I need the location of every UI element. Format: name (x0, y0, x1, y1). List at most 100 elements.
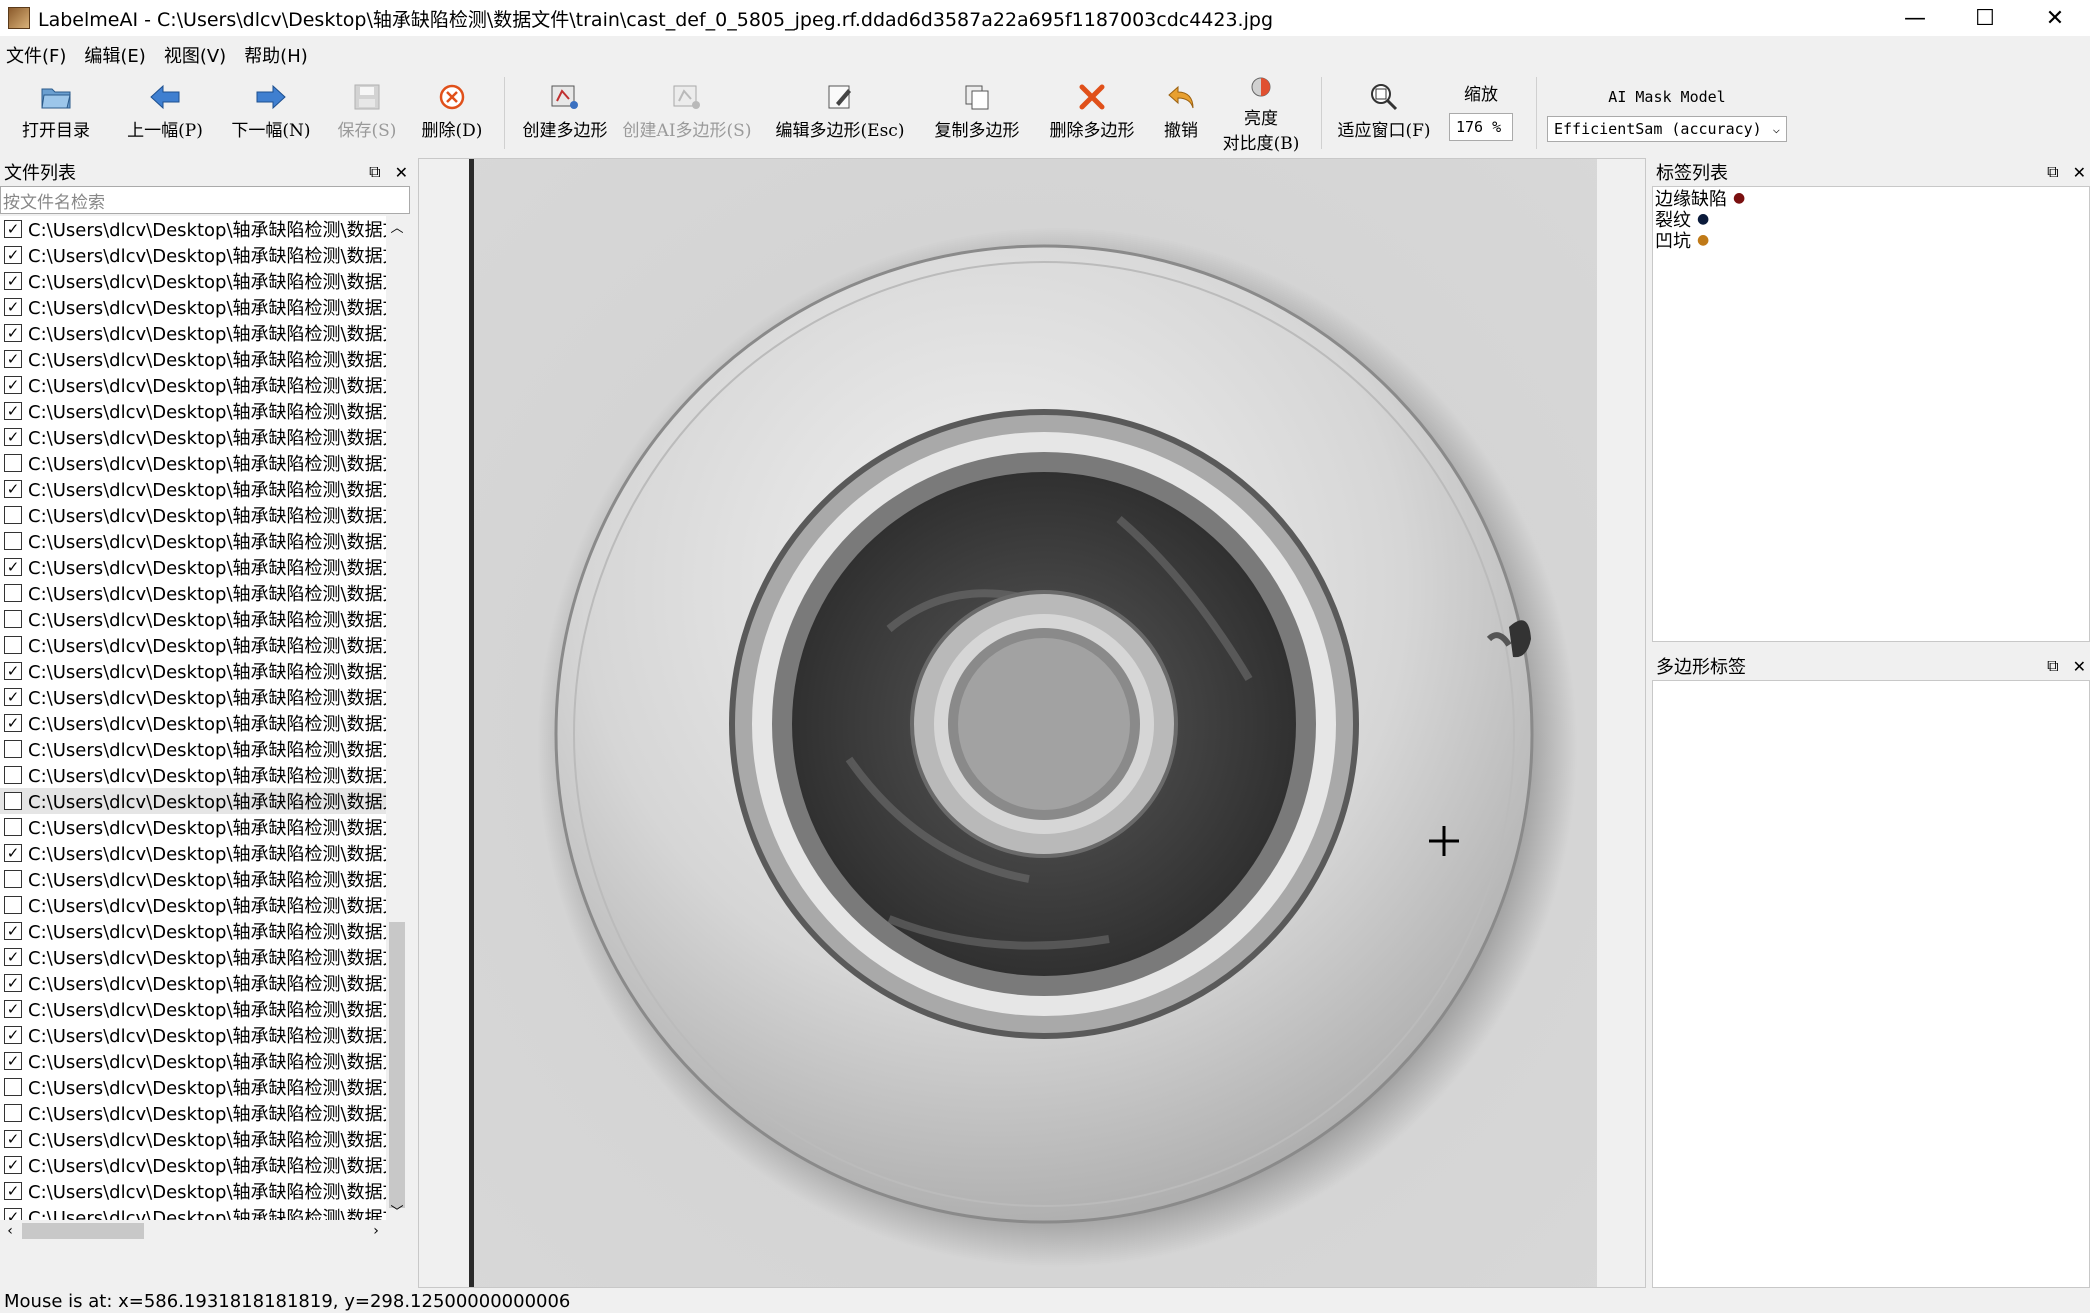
close-icon[interactable]: ✕ (2073, 163, 2086, 182)
file-checkbox[interactable]: ✓ (4, 298, 22, 316)
file-list-item[interactable]: ✓ C:\Users\dlcv\Desktop\轴承缺陷检测\数据文 (0, 840, 386, 866)
file-search-input[interactable]: 按文件名检索 (0, 186, 410, 214)
file-checkbox[interactable] (4, 766, 22, 784)
file-checkbox[interactable] (4, 506, 22, 524)
file-checkbox[interactable] (4, 1078, 22, 1096)
file-list-item[interactable]: ✓ C:\Users\dlcv\Desktop\轴承缺陷检测\数据文 (0, 372, 386, 398)
scroll-left-icon[interactable]: ‹ (0, 1220, 20, 1242)
file-list-item[interactable]: ✓ C:\Users\dlcv\Desktop\轴承缺陷检测\数据文 (0, 1022, 386, 1048)
open-dir-button[interactable]: 打开目录 (0, 72, 112, 154)
minimize-button[interactable]: — (1880, 0, 1950, 36)
file-list-item[interactable]: C:\Users\dlcv\Desktop\轴承缺陷检测\数据文 (0, 866, 386, 892)
ai-model-select[interactable]: EfficientSam (accuracy) ⌵ (1547, 116, 1787, 142)
file-checkbox[interactable]: ✓ (4, 558, 22, 576)
file-list-item[interactable]: C:\Users\dlcv\Desktop\轴承缺陷检测\数据文 (0, 502, 386, 528)
label-list-item[interactable]: 边缘缺陷 ● (1653, 187, 2089, 210)
file-list-item[interactable]: C:\Users\dlcv\Desktop\轴承缺陷检测\数据文 (0, 450, 386, 476)
file-checkbox[interactable]: ✓ (4, 246, 22, 264)
file-list-item[interactable]: C:\Users\dlcv\Desktop\轴承缺陷检测\数据文 (0, 736, 386, 762)
file-list-item[interactable]: ✓ C:\Users\dlcv\Desktop\轴承缺陷检测\数据文 (0, 684, 386, 710)
file-checkbox[interactable] (4, 792, 22, 810)
file-checkbox[interactable] (4, 636, 22, 654)
edit-polygon-button[interactable]: 编辑多边形(Esc) (759, 72, 921, 154)
file-list-item[interactable]: ✓ C:\Users\dlcv\Desktop\轴承缺陷检测\数据文 (0, 658, 386, 684)
file-list-hscrollbar[interactable]: ‹ › (0, 1220, 386, 1242)
file-checkbox[interactable]: ✓ (4, 1026, 22, 1044)
image-canvas[interactable] (418, 158, 1646, 1288)
file-checkbox[interactable]: ✓ (4, 428, 22, 446)
file-checkbox[interactable]: ✓ (4, 1182, 22, 1200)
file-checkbox[interactable]: ✓ (4, 220, 22, 238)
close-button[interactable]: ✕ (2020, 0, 2090, 36)
file-list-item[interactable]: C:\Users\dlcv\Desktop\轴承缺陷检测\数据文 (0, 814, 386, 840)
delete-file-button[interactable]: 删除(D) (410, 72, 494, 154)
file-checkbox[interactable] (4, 454, 22, 472)
float-icon[interactable]: ⧉ (369, 162, 380, 182)
scroll-down-icon[interactable]: ﹀ (386, 1200, 408, 1220)
file-checkbox[interactable]: ✓ (4, 376, 22, 394)
file-list-item[interactable]: ✓ C:\Users\dlcv\Desktop\轴承缺陷检测\数据文 (0, 268, 386, 294)
file-checkbox[interactable] (4, 532, 22, 550)
file-checkbox[interactable]: ✓ (4, 1130, 22, 1148)
file-list-item[interactable]: ✓ C:\Users\dlcv\Desktop\轴承缺陷检测\数据文 (0, 1126, 386, 1152)
scroll-thumb[interactable] (389, 922, 405, 1208)
file-checkbox[interactable]: ✓ (4, 844, 22, 862)
float-icon[interactable]: ⧉ (2047, 162, 2058, 182)
file-list-item[interactable]: ✓ C:\Users\dlcv\Desktop\轴承缺陷检测\数据文 (0, 1048, 386, 1074)
file-list-item[interactable]: ✓ C:\Users\dlcv\Desktop\轴承缺陷检测\数据文 (0, 346, 386, 372)
file-list-item[interactable]: ✓ C:\Users\dlcv\Desktop\轴承缺陷检测\数据文 (0, 1204, 386, 1220)
file-checkbox[interactable]: ✓ (4, 1052, 22, 1070)
file-checkbox[interactable] (4, 870, 22, 888)
bearing-image[interactable] (469, 159, 1597, 1287)
file-list-item[interactable]: C:\Users\dlcv\Desktop\轴承缺陷检测\数据文 (0, 1100, 386, 1126)
file-list-item[interactable]: C:\Users\dlcv\Desktop\轴承缺陷检测\数据文 (0, 762, 386, 788)
file-checkbox[interactable] (4, 896, 22, 914)
close-icon[interactable]: ✕ (2073, 657, 2086, 676)
file-checkbox[interactable]: ✓ (4, 662, 22, 680)
file-checkbox[interactable]: ✓ (4, 1156, 22, 1174)
fit-window-button[interactable]: 适应窗口(F) (1332, 72, 1436, 154)
file-list-item[interactable]: ✓ C:\Users\dlcv\Desktop\轴承缺陷检测\数据文 (0, 1178, 386, 1204)
file-list-item[interactable]: ✓ C:\Users\dlcv\Desktop\轴承缺陷检测\数据文 (0, 1152, 386, 1178)
menu-view[interactable]: 视图(V) (164, 42, 226, 68)
copy-polygon-button[interactable]: 复制多边形 (921, 72, 1033, 154)
save-button[interactable]: 保存(S) (324, 72, 410, 154)
file-list-item[interactable]: ✓ C:\Users\dlcv\Desktop\轴承缺陷检测\数据文 (0, 970, 386, 996)
file-checkbox[interactable]: ✓ (4, 688, 22, 706)
scroll-right-icon[interactable]: › (366, 1220, 386, 1242)
scroll-up-icon[interactable]: ︿ (386, 216, 408, 236)
next-image-button[interactable]: 下一幅(N) (218, 72, 324, 154)
menu-edit[interactable]: 编辑(E) (84, 42, 145, 68)
file-checkbox[interactable]: ✓ (4, 922, 22, 940)
create-ai-polygon-button[interactable]: 创建AI多边形(S) (615, 72, 759, 154)
maximize-button[interactable]: ☐ (1950, 0, 2020, 36)
file-list-item[interactable]: ✓ C:\Users\dlcv\Desktop\轴承缺陷检测\数据文 (0, 554, 386, 580)
scroll-thumb[interactable] (22, 1223, 144, 1239)
file-list-item[interactable]: C:\Users\dlcv\Desktop\轴承缺陷检测\数据文 (0, 632, 386, 658)
file-list-item[interactable]: ✓ C:\Users\dlcv\Desktop\轴承缺陷检测\数据文 (0, 320, 386, 346)
file-list-item[interactable]: ✓ C:\Users\dlcv\Desktop\轴承缺陷检测\数据文 (0, 398, 386, 424)
file-list-item[interactable]: C:\Users\dlcv\Desktop\轴承缺陷检测\数据文 (0, 892, 386, 918)
prev-image-button[interactable]: 上一幅(P) (112, 72, 218, 154)
file-list-item[interactable]: C:\Users\dlcv\Desktop\轴承缺陷检测\数据文 (0, 528, 386, 554)
zoom-input[interactable]: 176 % (1449, 113, 1513, 141)
file-checkbox[interactable] (4, 1104, 22, 1122)
file-checkbox[interactable]: ✓ (4, 272, 22, 290)
label-list-item[interactable]: 凹坑 ● (1653, 229, 2089, 252)
file-checkbox[interactable]: ✓ (4, 350, 22, 368)
menu-file[interactable]: 文件(F) (6, 42, 66, 68)
file-list-item[interactable]: C:\Users\dlcv\Desktop\轴承缺陷检测\数据文 (0, 788, 386, 814)
float-icon[interactable]: ⧉ (2047, 656, 2058, 676)
file-list-item[interactable]: ✓ C:\Users\dlcv\Desktop\轴承缺陷检测\数据文 (0, 424, 386, 450)
file-checkbox[interactable] (4, 740, 22, 758)
file-checkbox[interactable] (4, 610, 22, 628)
file-list-item[interactable]: ✓ C:\Users\dlcv\Desktop\轴承缺陷检测\数据文 (0, 918, 386, 944)
file-checkbox[interactable]: ✓ (4, 402, 22, 420)
file-list-item[interactable]: C:\Users\dlcv\Desktop\轴承缺陷检测\数据文 (0, 606, 386, 632)
file-checkbox[interactable]: ✓ (4, 974, 22, 992)
file-list-item[interactable]: C:\Users\dlcv\Desktop\轴承缺陷检测\数据文 (0, 580, 386, 606)
file-list-item[interactable]: ✓ C:\Users\dlcv\Desktop\轴承缺陷检测\数据文 (0, 996, 386, 1022)
file-list-item[interactable]: C:\Users\dlcv\Desktop\轴承缺陷检测\数据文 (0, 1074, 386, 1100)
file-list-item[interactable]: ✓ C:\Users\dlcv\Desktop\轴承缺陷检测\数据文 (0, 710, 386, 736)
file-checkbox[interactable]: ✓ (4, 1208, 22, 1220)
